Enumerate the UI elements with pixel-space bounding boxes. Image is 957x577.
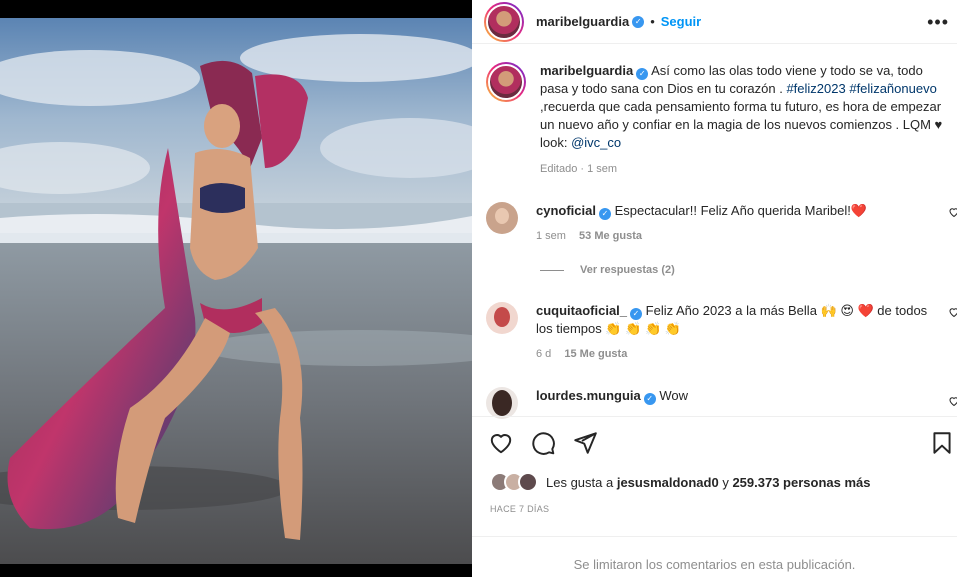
bottom-black-bar — [0, 564, 472, 577]
post-actions — [488, 430, 598, 456]
actions-divider — [472, 416, 957, 417]
comment-text: Espectacular!! Feliz Año querida Maribel… — [614, 203, 868, 218]
comment-time[interactable]: 6 d — [536, 348, 551, 360]
comment-bubble-icon[interactable] — [530, 430, 556, 456]
likes-user[interactable]: jesusmaldonad0 — [617, 475, 719, 490]
comment-item: lourdes.munguia ✓ Wow — [486, 387, 957, 419]
view-replies-label: Ver respuestas (2) — [580, 264, 675, 276]
comment-time[interactable]: 1 sem — [536, 230, 566, 242]
caption-avatar[interactable] — [486, 62, 526, 102]
comment-username[interactable]: lourdes.munguia — [536, 388, 641, 403]
commenter-avatar[interactable] — [486, 302, 518, 334]
verified-badge-icon: ✓ — [630, 308, 643, 320]
hashtag-felizanonuevo[interactable]: #felizañonuevo — [849, 81, 936, 96]
comment-username[interactable]: cuquitaoficial_ — [536, 303, 627, 318]
comment-body: cynoficial ✓ Espectacular!! Feliz Año que… — [536, 202, 936, 242]
mention-ivc-co[interactable]: @ivc_co — [571, 135, 621, 150]
share-paper-plane-icon[interactable] — [572, 430, 598, 456]
comment-body: cuquitaoficial_ ✓ Feliz Año 2023 a la más… — [536, 302, 936, 360]
liker-avatar[interactable] — [518, 472, 538, 492]
comment-meta: 6 d 15 Me gusta — [536, 348, 936, 360]
more-options-icon[interactable]: ••• — [927, 12, 949, 33]
footer-divider — [472, 536, 957, 537]
author-username[interactable]: maribelguardia — [536, 14, 629, 29]
comment-text: Wow — [659, 388, 689, 403]
comment-likes[interactable]: 15 Me gusta — [564, 348, 627, 360]
verified-badge-icon: ✓ — [632, 15, 645, 28]
comment-like-heart-icon[interactable] — [948, 395, 957, 407]
post-details-panel: maribelguardia ✓ • Seguir ••• maribelgua… — [472, 0, 957, 577]
comment-body: lourdes.munguia ✓ Wow — [536, 387, 936, 419]
follow-button[interactable]: Seguir — [661, 14, 701, 29]
comment-item: cuquitaoficial_ ✓ Feliz Año 2023 a la más… — [486, 302, 957, 360]
replies-line — [540, 269, 564, 271]
separator-dot: • — [650, 14, 655, 29]
comment-like-heart-icon[interactable] — [948, 306, 957, 318]
view-replies-button[interactable]: Ver respuestas (2) — [540, 264, 675, 276]
comment-like-heart-icon[interactable] — [948, 206, 957, 218]
hashtag-feliz2023[interactable]: #feliz2023 — [786, 81, 845, 96]
post-photo[interactable] — [0, 18, 472, 564]
verified-badge-icon: ✓ — [643, 393, 656, 405]
commenter-avatar[interactable] — [486, 202, 518, 234]
commenter-avatar[interactable] — [486, 387, 518, 419]
comment-username[interactable]: cynoficial — [536, 203, 596, 218]
likes-text[interactable]: Les gusta a jesusmaldonad0 y 259.373 per… — [546, 475, 870, 490]
author-info: maribelguardia ✓ • Seguir — [536, 14, 701, 29]
likes-count[interactable]: 259.373 personas más — [732, 475, 870, 490]
post-header: maribelguardia ✓ • Seguir ••• — [472, 0, 957, 44]
verified-badge-icon: ✓ — [636, 68, 649, 80]
save-bookmark-icon[interactable] — [929, 430, 955, 456]
comment-likes[interactable]: 53 Me gusta — [579, 230, 642, 242]
like-heart-icon[interactable] — [488, 430, 514, 456]
comment-meta: 1 sem 53 Me gusta — [536, 230, 936, 242]
likes-prefix: Les gusta a — [546, 474, 617, 490]
post-time-ago[interactable]: HACE 7 DÍAS — [490, 504, 549, 514]
comment-item: cynoficial ✓ Espectacular!! Feliz Año que… — [486, 202, 957, 242]
likes-middle: y — [718, 474, 733, 490]
post-caption: maribelguardia ✓ Así como las olas todo v… — [486, 62, 946, 178]
likes-summary: Les gusta a jesusmaldonad0 y 259.373 per… — [490, 472, 870, 492]
beach-photo-illustration — [0, 18, 472, 564]
caption-body: maribelguardia ✓ Así como las olas todo v… — [540, 62, 946, 178]
comments-limited-notice: Se limitaron los comentarios en esta pub… — [573, 557, 856, 572]
caption-username[interactable]: maribelguardia — [540, 63, 633, 78]
author-avatar[interactable] — [484, 1, 524, 42]
verified-badge-icon: ✓ — [598, 208, 611, 220]
caption-meta: Editado · 1 sem — [540, 163, 618, 175]
